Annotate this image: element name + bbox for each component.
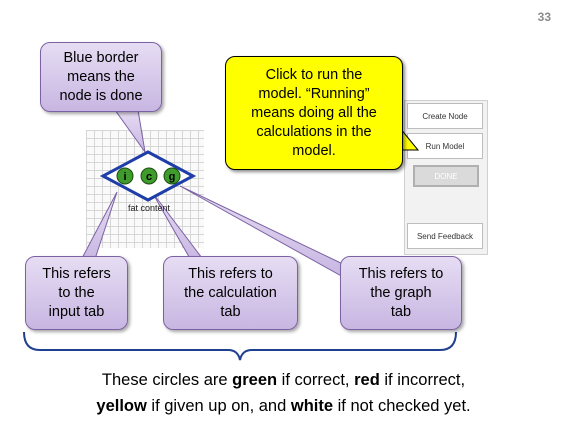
- summary-text: if not checked yet.: [333, 397, 471, 415]
- graph-badge-letter: g: [169, 171, 176, 183]
- yellow-word: yellow: [96, 397, 147, 415]
- curly-brace: [23, 331, 457, 361]
- white-word: white: [290, 397, 334, 415]
- summary-line-2: yellow if given up on, and white if not …: [0, 394, 567, 418]
- input-tab-callout: This refers to the input tab: [25, 256, 128, 330]
- graph-tab-callout: This refers to the graph tab: [340, 256, 462, 330]
- input-badge-letter: i: [123, 171, 126, 183]
- calculation-badge-letter: c: [146, 171, 152, 183]
- node-label: fat content: [128, 203, 171, 213]
- summary-text: if incorrect,: [379, 371, 466, 389]
- summary-text: if given up on, and: [146, 397, 291, 415]
- input-callout-pointer: [79, 191, 118, 263]
- run-model-callout: Click to run the model. “Running” means …: [225, 56, 403, 170]
- green-word: green: [232, 371, 278, 389]
- summary-line-1: These circles are green if correct, red …: [0, 368, 567, 392]
- summary-text: These circles are: [101, 371, 233, 389]
- calculation-tab-callout: This refers to the calculation tab: [163, 256, 298, 330]
- blue-border-callout-pointer: [114, 109, 146, 153]
- blue-border-callout: Blue border means the node is done: [40, 42, 162, 112]
- red-word: red: [354, 371, 380, 389]
- summary-text: if correct,: [277, 371, 355, 389]
